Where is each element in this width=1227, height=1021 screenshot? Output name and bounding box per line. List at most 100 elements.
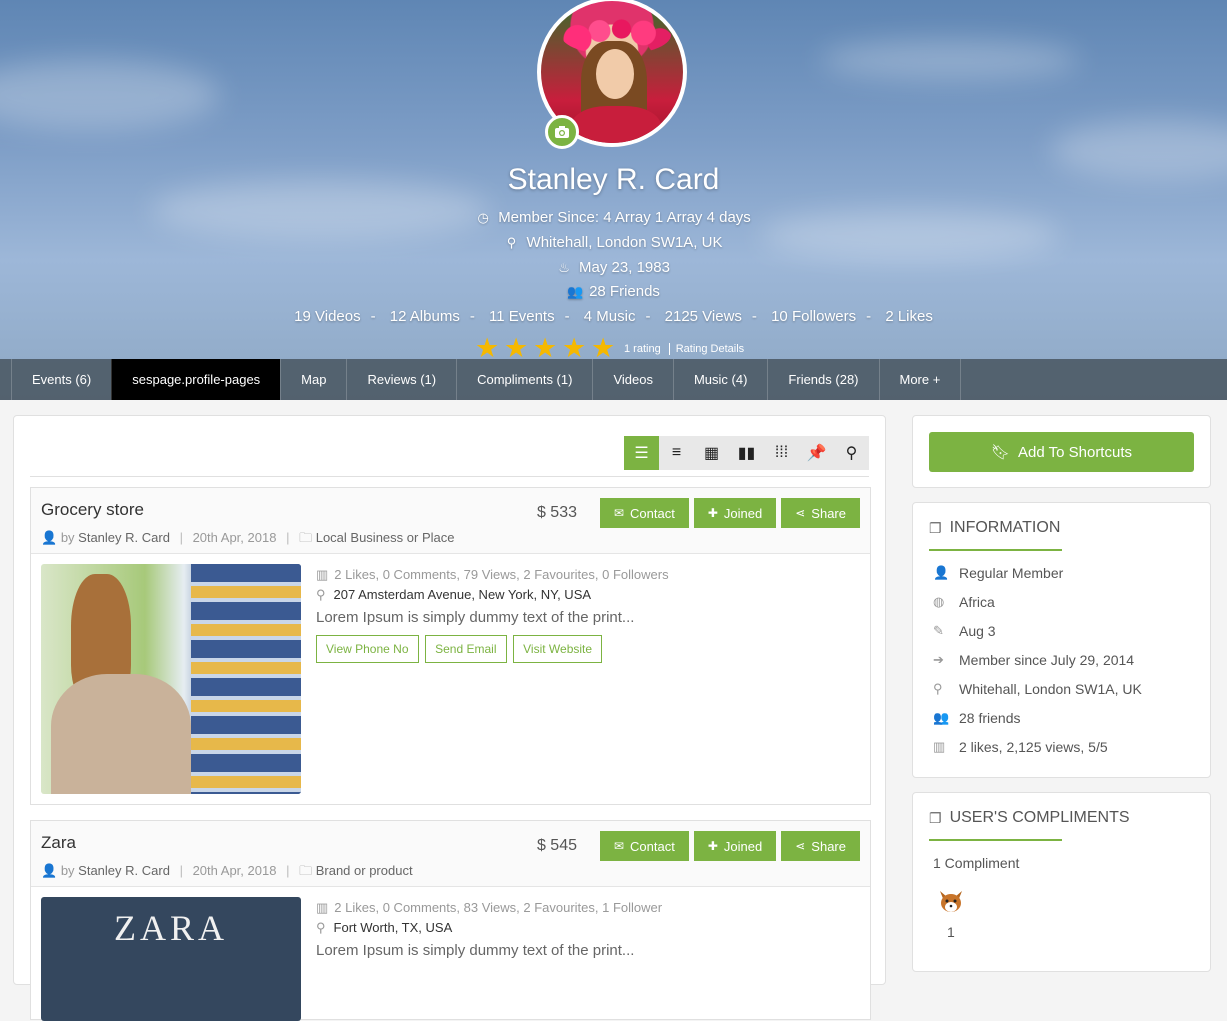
tab-compliments[interactable]: Compliments (1): [456, 359, 592, 400]
map-marker-icon: ⚲: [316, 920, 326, 935]
pin-icon: 📌: [806, 445, 827, 462]
avatar-flower-crown: [561, 15, 671, 55]
page-title[interactable]: Grocery store: [41, 500, 144, 520]
page-thumbnail[interactable]: [41, 564, 301, 794]
info-row-text: Aug 3: [959, 623, 996, 639]
grid-icon: ▦: [703, 445, 720, 462]
list-view-button[interactable]: ☰: [624, 436, 659, 470]
page-thumbnail[interactable]: ZARA: [41, 897, 301, 1021]
folder-icon: 🗀: [299, 863, 313, 878]
birthday-text: May 23, 1983: [579, 259, 670, 276]
clone-icon: ❐: [929, 519, 942, 536]
visit-website-button[interactable]: Visit Website: [513, 635, 603, 663]
envelope-icon: ✉: [613, 839, 625, 853]
friends-text[interactable]: 28 Friends: [589, 283, 660, 300]
tab-more[interactable]: More +: [878, 359, 962, 400]
page-meta: 👤 by Stanley R. Card | 20th Apr, 2018 | …: [41, 862, 413, 884]
small-grid-icon: ⁞⁞⁞: [774, 444, 789, 461]
simple-list-icon: ≡: [671, 444, 682, 461]
stat-views: 2125 Views: [664, 308, 742, 325]
change-photo-button[interactable]: [545, 115, 579, 149]
joined-button[interactable]: ✚ Joined: [693, 831, 777, 861]
star-icon[interactable]: ★: [533, 335, 562, 362]
separator: |: [179, 530, 183, 545]
bar-chart-icon: ▥: [316, 567, 329, 582]
page-owner-link[interactable]: Stanley R. Card: [78, 530, 170, 545]
bar-chart-icon: ▥: [316, 900, 329, 915]
stat-events[interactable]: 11 Events: [489, 308, 555, 325]
page-price: $ 545: [536, 837, 577, 854]
profile-tabs: Events (6) sespage.profile-pages Map Rev…: [0, 359, 1227, 400]
send-email-button[interactable]: Send Email: [425, 635, 507, 663]
globe-icon: ◍: [933, 594, 945, 609]
share-label: Share: [811, 838, 846, 854]
page-category-link[interactable]: Local Business or Place: [316, 530, 455, 545]
page-title[interactable]: Zara: [41, 833, 76, 853]
share-button[interactable]: ⋖ Share: [781, 498, 860, 528]
stat-likes[interactable]: 2 Likes: [885, 308, 933, 325]
tab-videos[interactable]: Videos: [592, 359, 673, 400]
tab-events[interactable]: Events (6): [11, 359, 111, 400]
share-button[interactable]: ⋖ Share: [781, 831, 860, 861]
profile-name: Stanley R. Card: [507, 163, 720, 196]
pinboard-icon: ▮▮: [737, 445, 756, 462]
compliments-panel: ❐ USER'S COMPLIMENTS 1 Compliment 1: [912, 792, 1211, 972]
info-row-text: Regular Member: [959, 565, 1064, 581]
page-description: Lorem Ipsum is simply dummy text of the …: [316, 942, 635, 959]
pinboard-view-button[interactable]: ▮▮: [729, 436, 764, 470]
grid-view-button[interactable]: ▦: [694, 436, 729, 470]
map-marker-icon: ⚲: [845, 445, 858, 462]
shelf-image: [191, 564, 301, 794]
tab-reviews[interactable]: Reviews (1): [346, 359, 456, 400]
info-row-text[interactable]: Whitehall, London SW1A, UK: [959, 681, 1142, 697]
star-icon[interactable]: ★: [591, 335, 620, 362]
star-icon[interactable]: ★: [475, 335, 504, 362]
info-row: ✎ Aug 3: [933, 623, 996, 639]
compliment-badge-count: 1: [947, 924, 955, 940]
tab-music[interactable]: Music (4): [672, 359, 767, 400]
tab-profile-pages[interactable]: sespage.profile-pages: [111, 359, 281, 400]
clone-icon: ❐: [929, 809, 942, 826]
tab-friends[interactable]: Friends (28): [767, 359, 878, 400]
page-actions: ✉ Contact ✚ Joined ⋖ Share: [595, 831, 860, 861]
stat-separator: -: [370, 308, 376, 325]
map-marker-icon: ⚲: [506, 235, 517, 250]
map-view-button[interactable]: ⚲: [834, 436, 869, 470]
contact-button[interactable]: ✉ Contact: [599, 498, 689, 528]
stat-separator: -: [645, 308, 651, 325]
clock-icon: ◷: [477, 210, 489, 225]
page-category-link[interactable]: Brand or product: [316, 863, 413, 878]
share-icon: ⋖: [795, 506, 806, 520]
stat-followers[interactable]: 10 Followers: [771, 308, 856, 325]
profile-friends: 👥 28 Friends: [0, 283, 1227, 300]
shortcut-label: Add To Shortcuts: [1018, 443, 1132, 461]
fox-icon[interactable]: [937, 889, 965, 915]
info-row-text: Member since July 29, 2014: [959, 652, 1135, 668]
joined-button[interactable]: ✚ Joined: [693, 498, 777, 528]
stat-separator: -: [469, 308, 475, 325]
shortcut-panel: 🔖︎ Add To Shortcuts: [912, 415, 1211, 488]
rating-details-link[interactable]: Rating Details: [668, 342, 744, 355]
contact-button[interactable]: ✉ Contact: [599, 831, 689, 861]
page-owner-link[interactable]: Stanley R. Card: [78, 863, 170, 878]
star-icon[interactable]: ★: [504, 335, 533, 362]
simple-list-button[interactable]: ≡: [659, 436, 694, 470]
add-to-shortcuts-button[interactable]: 🔖︎ Add To Shortcuts: [929, 432, 1194, 472]
star-icon[interactable]: ★: [562, 335, 591, 362]
tab-map[interactable]: Map: [280, 359, 346, 400]
page-address-text[interactable]: 207 Amsterdam Avenue, New York, NY, USA: [334, 587, 592, 602]
stat-videos[interactable]: 19 Videos: [294, 308, 360, 325]
map-marker-icon: ⚲: [316, 587, 326, 602]
stat-albums[interactable]: 12 Albums: [390, 308, 460, 325]
page-address-text[interactable]: Fort Worth, TX, USA: [334, 920, 453, 935]
bookmark-icon: 🔖︎: [990, 444, 1011, 461]
pin-view-button[interactable]: 📌: [799, 436, 834, 470]
contact-label: Contact: [630, 838, 675, 854]
separator: |: [286, 863, 290, 878]
share-icon: ⋖: [795, 839, 806, 853]
small-grid-button[interactable]: ⁞⁞⁞: [764, 436, 799, 470]
separator: |: [179, 863, 183, 878]
view-phone-button[interactable]: View Phone No: [316, 635, 419, 663]
stat-music[interactable]: 4 Music: [584, 308, 636, 325]
info-row: 👤 Regular Member: [933, 565, 1063, 581]
